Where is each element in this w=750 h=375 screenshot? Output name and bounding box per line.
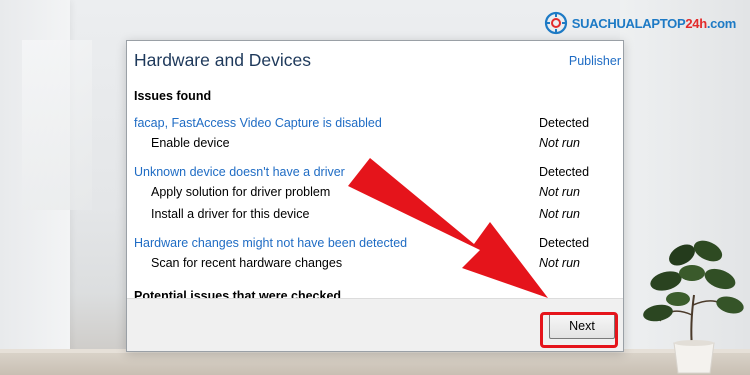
solution-label: Enable device [151,136,230,150]
solution-label: Install a driver for this device [151,207,310,221]
solution-status: Not run [539,136,580,150]
solution-row: Scan for recent hardware changes Not run [127,254,623,274]
solution-row: Install a driver for this device Not run [127,205,623,225]
issue-row[interactable]: Hardware changes might not have been det… [127,234,623,254]
dialog-header: Hardware and Devices Publisher [127,41,623,79]
solution-status: Not run [539,207,580,221]
brand-logo: SUACHUALAPTOP24h.com [544,11,736,35]
issues-panel[interactable]: Issues found facap, FastAccess Video Cap… [127,79,623,299]
issue-link[interactable]: Hardware changes might not have been det… [134,236,407,250]
solution-status: Not run [539,185,580,199]
issue-status: Detected [539,116,590,130]
solution-label: Apply solution for driver problem [151,185,331,199]
troubleshooter-dialog: Hardware and Devices Publisher Issues fo… [126,40,624,352]
issues-found-heading: Issues found [134,89,212,103]
solution-row: Apply solution for driver problem Not ru… [127,183,623,203]
potted-plant-icon [643,240,744,374]
brand-name: SUACHUALAPTOP24h.com [571,15,737,31]
solution-status: Not run [539,256,580,270]
dialog-title: Hardware and Devices [134,50,312,70]
issue-link[interactable]: facap, FastAccess Video Capture is disab… [134,116,382,130]
background-window-light [22,40,92,210]
issue-link[interactable]: Unknown device doesn't have a driver [134,165,345,179]
issue-status: Detected [539,236,590,250]
wrench-gear-icon [544,11,567,35]
issue-row[interactable]: facap, FastAccess Video Capture is disab… [127,114,623,134]
next-button-highlight [540,312,618,348]
solution-row: Enable device Not run [127,134,623,154]
issue-row[interactable]: Unknown device doesn't have a driver Det… [127,163,623,183]
issue-status: Detected [539,165,590,179]
publisher-link[interactable]: Publisher [569,54,621,68]
solution-label: Scan for recent hardware changes [151,256,343,270]
